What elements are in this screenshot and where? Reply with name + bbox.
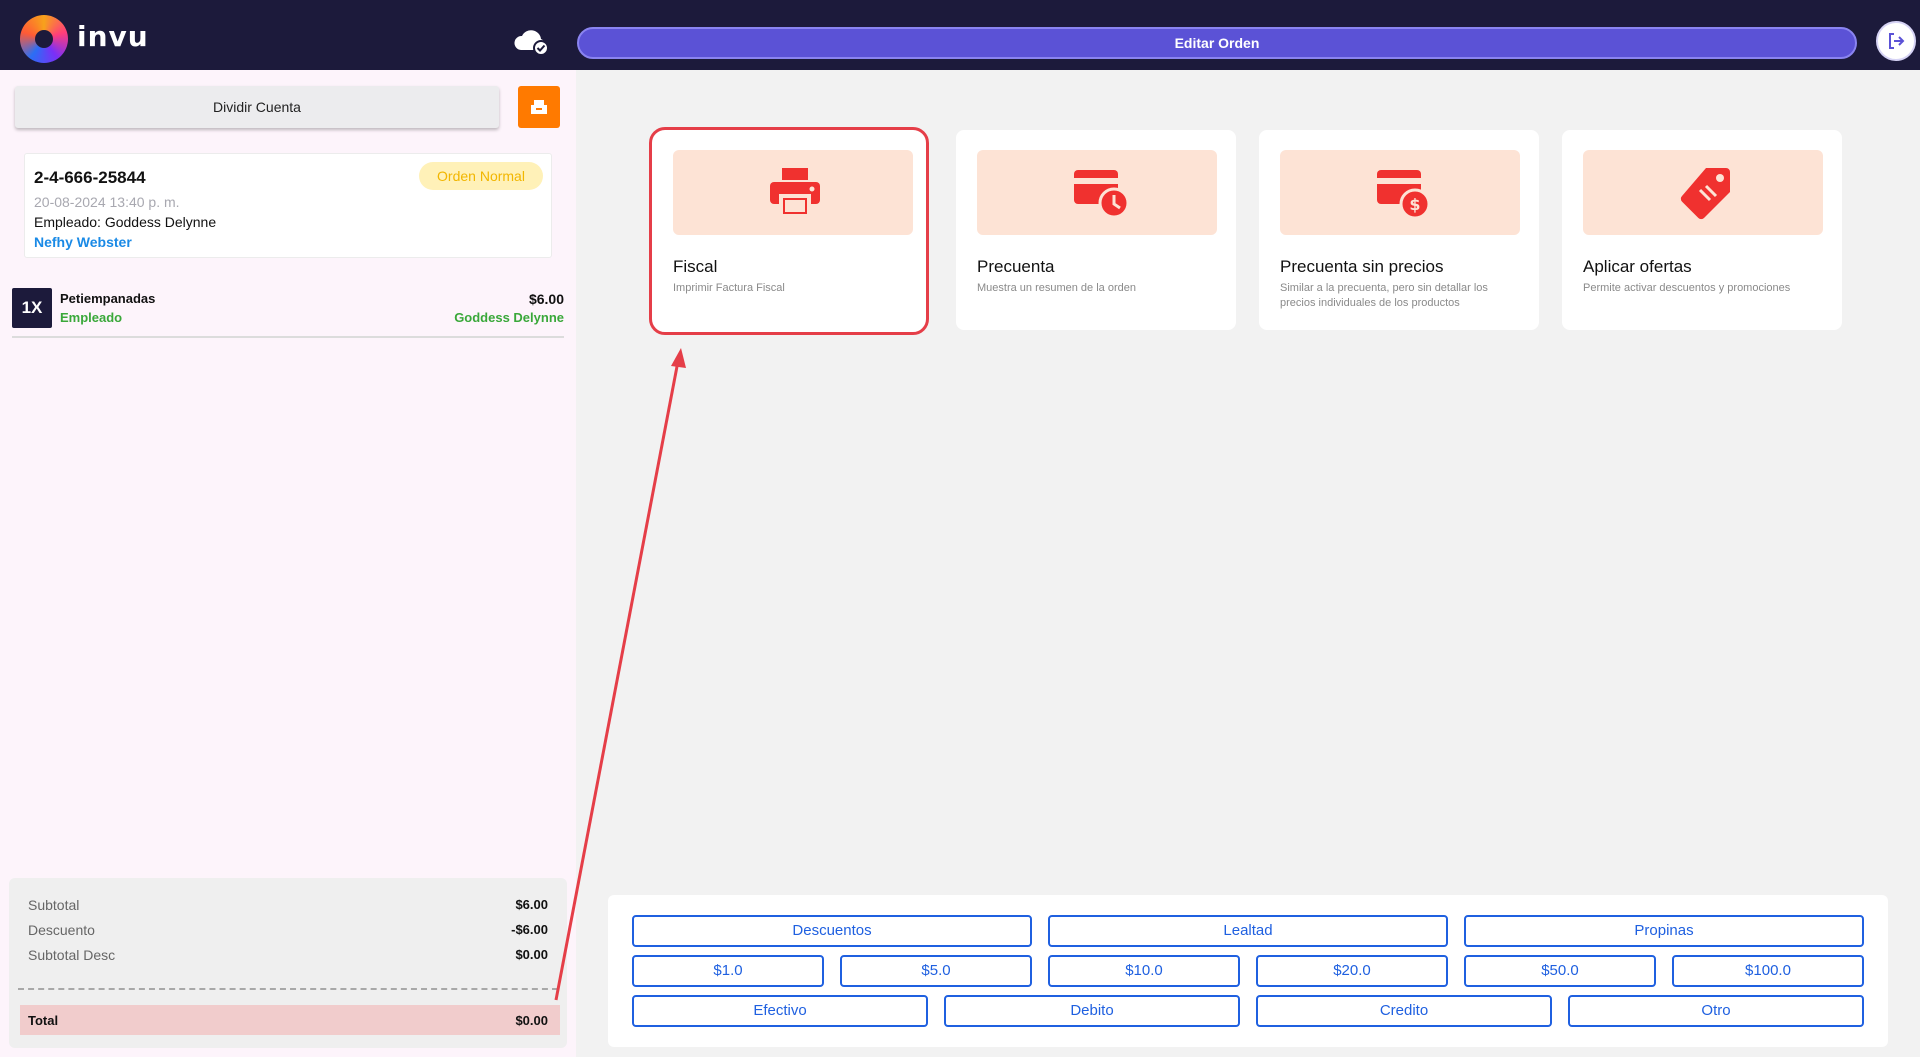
option-description: Muestra un resumen de la orden <box>977 282 1136 294</box>
employee-label: Empleado: <box>34 214 101 230</box>
subtotal-desc-value: $0.00 <box>515 947 548 962</box>
edit-order-button[interactable]: Editar Orden <box>577 27 1857 59</box>
credito-button[interactable]: Credito <box>1256 995 1552 1027</box>
total-row: Total $0.00 <box>20 1005 560 1035</box>
option-icon-box <box>977 150 1217 235</box>
item-subtitle: Empleado <box>60 310 123 325</box>
cloud-sync-icon[interactable] <box>512 26 550 56</box>
total-label: Total <box>28 1013 59 1028</box>
item-name: Petiempanadas <box>60 291 156 306</box>
amount-20-button[interactable]: $20.0 <box>1256 955 1448 987</box>
card-clock-icon <box>1074 170 1130 219</box>
subtotal-label: Subtotal <box>28 897 80 913</box>
tag-icon <box>1680 168 1730 220</box>
item-price: $6.00 <box>528 291 564 307</box>
discount-row: Descuento -$6.00 <box>28 922 548 940</box>
amount-100-button[interactable]: $100.0 <box>1672 955 1864 987</box>
lealtad-button[interactable]: Lealtad <box>1048 915 1448 947</box>
order-item-row[interactable]: 1X Petiempanadas Empleado $6.00 Goddess … <box>12 288 564 338</box>
payment-panel: Descuentos Lealtad Propinas $1.0 $5.0 $1… <box>608 895 1888 1047</box>
option-precuenta-sin-precios[interactable]: $ Precuenta sin precios Similar a la pre… <box>1259 130 1539 330</box>
amount-5-button[interactable]: $5.0 <box>840 955 1032 987</box>
option-fiscal[interactable]: Fiscal Imprimir Factura Fiscal <box>649 127 929 335</box>
cash-drawer-button[interactable] <box>518 86 560 128</box>
item-employee: Goddess Delynne <box>454 310 564 325</box>
employee-name: Goddess Delynne <box>104 214 217 230</box>
option-title: Fiscal <box>673 257 718 276</box>
top-bar: invu Editar Orden <box>0 0 1920 70</box>
descuentos-button[interactable]: Descuentos <box>632 915 1032 947</box>
order-panel: Dividir Cuenta 2-4-666-25844 Orden Norma… <box>0 70 576 1057</box>
printer-icon <box>770 168 820 218</box>
option-icon-box <box>1583 150 1823 235</box>
subtotal-desc-label: Subtotal Desc <box>28 947 116 963</box>
subtotal-row: Subtotal $6.00 <box>28 897 548 915</box>
amount-10-button[interactable]: $10.0 <box>1048 955 1240 987</box>
debito-button[interactable]: Debito <box>944 995 1240 1027</box>
option-title: Precuenta sin precios <box>1280 257 1444 276</box>
subtotal-value: $6.00 <box>515 897 548 912</box>
amount-1-button[interactable]: $1.0 <box>632 955 824 987</box>
client-name[interactable]: Nefhy Webster <box>34 234 132 250</box>
option-description: Similar a la precuenta, pero sin detalla… <box>1280 282 1488 309</box>
invu-logo <box>20 15 68 63</box>
option-aplicar-ofertas[interactable]: Aplicar ofertas Permite activar descuent… <box>1562 130 1842 330</box>
item-quantity: 1X <box>12 288 52 328</box>
totals-box: Subtotal $6.00 Descuento -$6.00 Subtotal… <box>9 878 567 1048</box>
cash-register-icon <box>531 100 547 114</box>
brand-name: invu <box>77 20 149 53</box>
svg-text:$: $ <box>1409 195 1420 214</box>
dashed-divider <box>18 988 558 990</box>
otro-button[interactable]: Otro <box>1568 995 1864 1027</box>
subtotal-desc-row: Subtotal Desc $0.00 <box>28 947 548 965</box>
efectivo-button[interactable]: Efectivo <box>632 995 928 1027</box>
order-employee: Empleado: Goddess Delynne <box>34 214 216 230</box>
option-description: Permite activar descuentos y promociones <box>1583 282 1791 294</box>
split-bill-button[interactable]: Dividir Cuenta <box>15 86 499 128</box>
option-icon-box <box>673 150 913 235</box>
option-precuenta[interactable]: Precuenta Muestra un resumen de la orden <box>956 130 1236 330</box>
option-title: Precuenta <box>977 257 1055 276</box>
discount-label: Descuento <box>28 922 95 938</box>
order-number: 2-4-666-25844 <box>34 168 146 187</box>
order-date: 20-08-2024 13:40 p. m. <box>34 194 180 210</box>
order-type-badge: Orden Normal <box>419 162 543 190</box>
amount-50-button[interactable]: $50.0 <box>1464 955 1656 987</box>
total-value: $0.00 <box>515 1013 548 1028</box>
option-description: Imprimir Factura Fiscal <box>673 282 785 294</box>
option-title: Aplicar ofertas <box>1583 257 1692 276</box>
order-info-card: 2-4-666-25844 Orden Normal 20-08-2024 13… <box>24 153 552 258</box>
card-dollar-icon: $ <box>1377 170 1431 220</box>
propinas-button[interactable]: Propinas <box>1464 915 1864 947</box>
logout-icon <box>1889 33 1905 49</box>
option-icon-box: $ <box>1280 150 1520 235</box>
logout-button[interactable] <box>1876 21 1916 61</box>
discount-value: -$6.00 <box>511 922 548 937</box>
